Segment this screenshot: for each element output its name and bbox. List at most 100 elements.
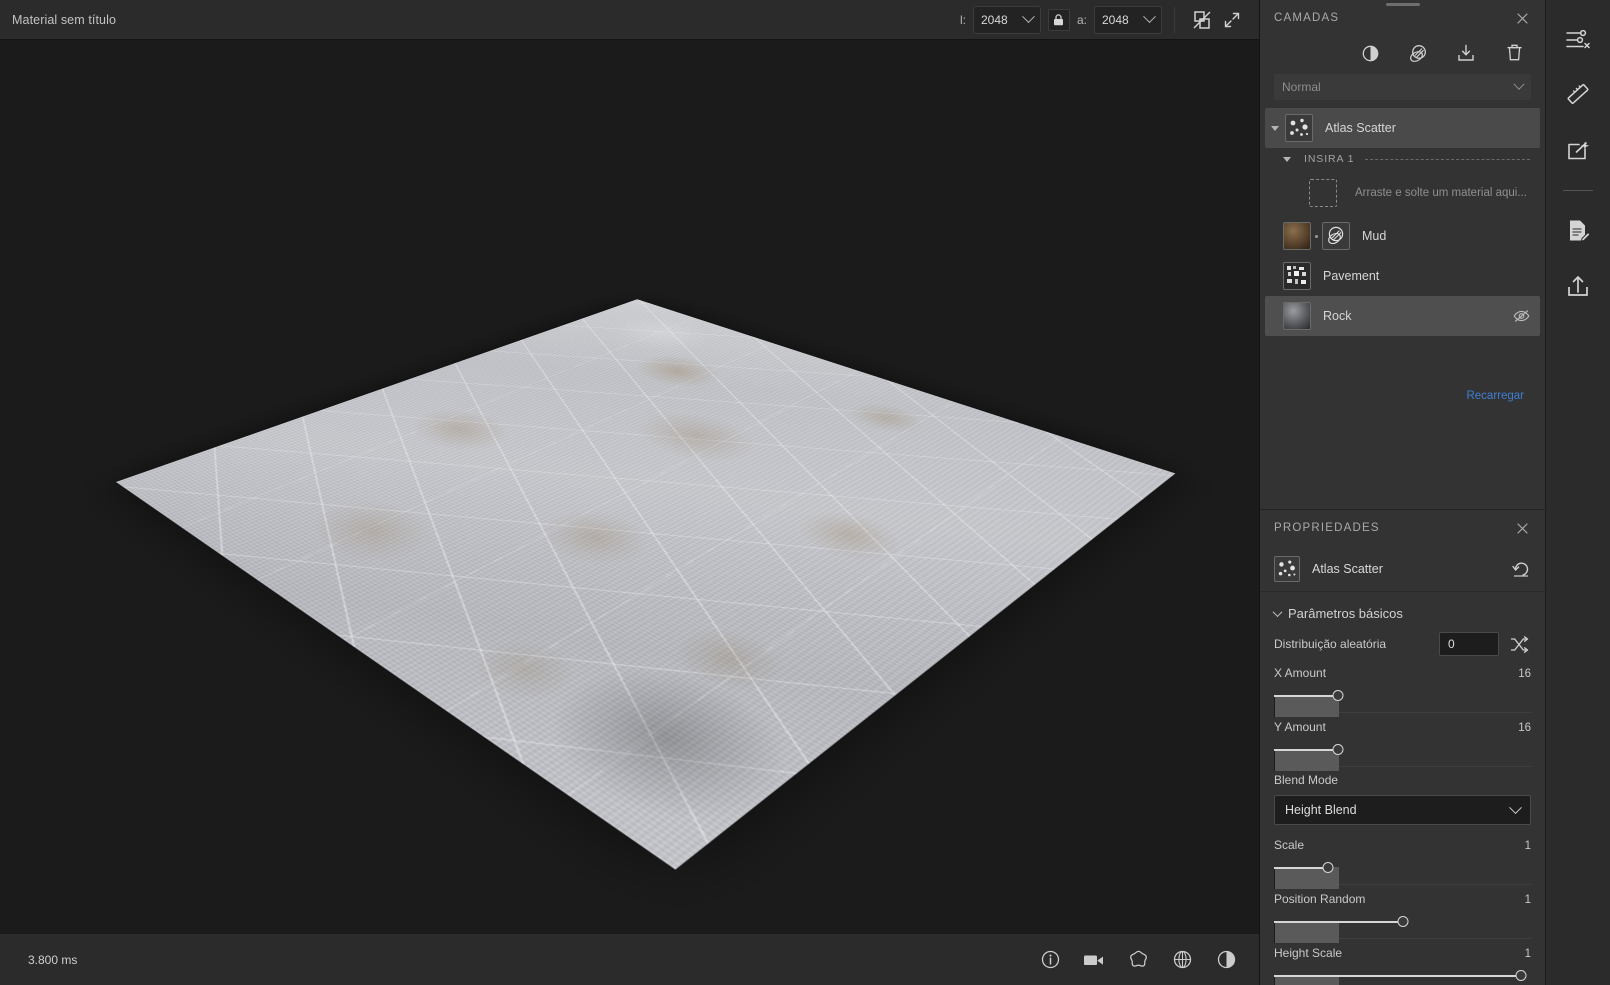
drop-placeholder-icon (1309, 179, 1337, 207)
layer-name: Pavement (1323, 269, 1380, 283)
document-title: Material sem título (12, 12, 117, 27)
layer-visibility-hidden-icon[interactable] (1512, 307, 1530, 325)
slider-label: Y Amount (1274, 720, 1326, 734)
slider-value: 16 (1518, 722, 1531, 734)
expand-icon (1224, 12, 1240, 27)
slider-label: Position Random (1274, 892, 1366, 906)
slider-y-amount[interactable]: Y Amount 16 (1260, 713, 1545, 771)
blend-mode-label: Blend Mode (1274, 773, 1339, 787)
basic-parameters-section-header[interactable]: Parâmetros básicos (1260, 592, 1545, 629)
export-image-icon[interactable] (1561, 134, 1595, 168)
slider-track[interactable] (1274, 689, 1531, 717)
slider-label: Height Scale (1274, 946, 1343, 960)
blend-mode-select[interactable]: Height Blend (1274, 795, 1531, 825)
layer-name: Mud (1362, 229, 1387, 243)
blend-mode-row: Blend Mode Height Blend (1260, 767, 1545, 825)
properties-object-row: Atlas Scatter (1260, 546, 1545, 592)
chevron-down-icon[interactable] (1283, 156, 1291, 162)
random-distribution-value: 0 (1448, 637, 1455, 651)
delete-layer-icon[interactable] (1499, 38, 1529, 68)
import-layer-icon[interactable] (1451, 38, 1481, 68)
add-mask-icon[interactable] (1403, 38, 1433, 68)
properties-object-thumbnail (1274, 555, 1300, 582)
aspect-ratio-button[interactable] (1187, 5, 1217, 35)
random-distribution-row: Distribuição aleatória 0 (1260, 629, 1545, 659)
slider-handle[interactable] (1332, 744, 1344, 755)
globe-icon[interactable] (1167, 945, 1197, 975)
environment-icon[interactable] (1123, 945, 1153, 975)
insert-slot-divider (1365, 158, 1530, 160)
lock-icon (1054, 13, 1064, 25)
material-preview-plane[interactable] (115, 298, 1175, 870)
insert-slot-header[interactable]: INSIRA 1 (1265, 148, 1540, 170)
layer-thumbnail-mud[interactable] (1283, 222, 1311, 250)
layer-blend-mode-select[interactable]: Normal (1274, 74, 1531, 100)
layer-thumbnail-pavement[interactable] (1283, 262, 1311, 290)
close-icon[interactable] (1513, 9, 1531, 27)
top-bar: Material sem título l: 2048 a: 2048 (0, 0, 1259, 40)
blend-mode-value: Height Blend (1285, 803, 1357, 817)
slider-value: 1 (1524, 948, 1531, 960)
properties-object-name: Atlas Scatter (1312, 561, 1383, 576)
slider-track[interactable] (1274, 969, 1531, 985)
camera-icon[interactable] (1079, 945, 1109, 975)
height-select[interactable]: 2048 (1094, 5, 1162, 34)
random-distribution-input[interactable]: 0 (1439, 632, 1499, 656)
slider-height-scale[interactable]: Height Scale 1 (1260, 939, 1545, 985)
ruler-icon[interactable] (1561, 78, 1595, 112)
slider-track[interactable] (1274, 915, 1531, 943)
chevron-down-icon (1143, 10, 1156, 24)
viewport-scene (0, 40, 1259, 933)
shuffle-icon[interactable] (1507, 632, 1531, 656)
layer-row-mud[interactable]: Mud (1265, 216, 1540, 256)
properties-panel: PROPRIEDADES Atlas Scatter Parâmetros bá… (1260, 510, 1545, 985)
parameters-icon[interactable] (1561, 22, 1595, 56)
3d-viewport[interactable] (0, 40, 1259, 933)
panel-drag-handle[interactable] (1385, 3, 1420, 6)
viewport-tool-buttons (1035, 945, 1241, 975)
aspect-lock-button[interactable] (1047, 8, 1070, 31)
material-drop-zone[interactable]: Arraste e solte um material aqui... (1265, 170, 1540, 216)
slider-x-amount[interactable]: X Amount 16 (1260, 659, 1545, 717)
properties-panel-title: PROPRIEDADES (1274, 522, 1380, 534)
rail-divider (1563, 190, 1593, 191)
slider-handle[interactable] (1322, 862, 1334, 873)
info-icon[interactable] (1035, 945, 1065, 975)
viewport-column: Material sem título l: 2048 a: 2048 3.80… (0, 0, 1260, 985)
slider-handle[interactable] (1332, 690, 1344, 701)
height-value: 2048 (1102, 12, 1129, 27)
slider-track[interactable] (1274, 743, 1531, 771)
layer-list[interactable]: Atlas Scatter INSIRA 1 Arraste e solte u… (1260, 108, 1545, 509)
upload-icon[interactable] (1561, 269, 1595, 303)
viewport-status-bar: 3.800 ms (0, 933, 1259, 985)
chevron-down-icon[interactable] (1271, 125, 1279, 131)
slider-scale[interactable]: Scale 1 (1260, 825, 1545, 889)
layer-row-rock[interactable]: Rock (1265, 296, 1540, 336)
layers-toolbar (1260, 36, 1545, 70)
slider-handle[interactable] (1515, 970, 1527, 981)
chevron-down-icon (1022, 10, 1035, 24)
application-window: Material sem título l: 2048 a: 2048 3.80… (0, 0, 1610, 985)
slider-position-random[interactable]: Position Random 1 (1260, 885, 1545, 943)
layer-row-pavement[interactable]: Pavement (1265, 256, 1540, 296)
layer-row-atlas-scatter[interactable]: Atlas Scatter (1265, 108, 1540, 148)
layer-thumbnail-scatter (1285, 114, 1313, 142)
document-edit-icon[interactable] (1561, 213, 1595, 247)
reset-icon[interactable] (1511, 559, 1531, 579)
slider-label: X Amount (1274, 666, 1327, 680)
slider-value: 1 (1524, 894, 1531, 906)
reload-link[interactable]: Recarregar (1466, 390, 1524, 402)
close-icon[interactable] (1513, 519, 1531, 537)
slider-track[interactable] (1274, 861, 1531, 889)
width-label: l: (959, 12, 966, 27)
add-fill-layer-icon[interactable] (1355, 38, 1385, 68)
reload-row: Recarregar (1265, 376, 1540, 414)
slider-handle[interactable] (1397, 916, 1408, 927)
width-select[interactable]: 2048 (972, 5, 1041, 34)
random-distribution-label: Distribuição aleatória (1274, 637, 1387, 651)
render-time-label: 3.800 ms (28, 952, 78, 967)
shading-icon[interactable] (1211, 945, 1241, 975)
expand-viewport-button[interactable] (1217, 5, 1247, 35)
layer-thumbnail-rock[interactable] (1283, 302, 1311, 330)
layer-mask-thumbnail[interactable] (1322, 222, 1350, 250)
